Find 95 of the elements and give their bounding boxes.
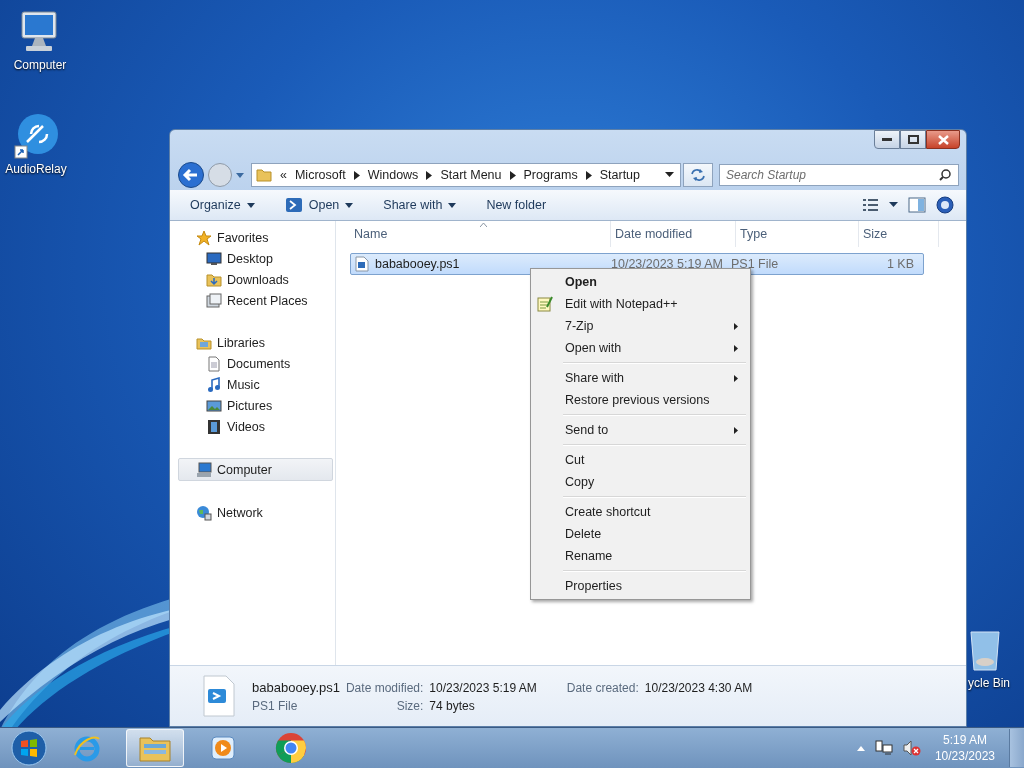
menu-item[interactable]: Open with [533, 337, 748, 359]
maximize-icon [907, 135, 919, 144]
breadcrumb-item[interactable]: Start Menu [440, 168, 502, 182]
script-file-icon [202, 675, 236, 717]
chevron-icon[interactable] [426, 170, 433, 180]
file-name: bababooey.ps1 [375, 257, 460, 271]
breadcrumb-item[interactable]: « [280, 168, 287, 182]
nav-item[interactable]: Videos [170, 416, 335, 437]
chrome-icon [275, 732, 307, 764]
desktop-icon-label[interactable]: ycle Bin [968, 676, 1011, 690]
star-icon [196, 229, 212, 246]
menu-item[interactable]: Delete [533, 523, 748, 545]
folder-icon [139, 734, 171, 762]
menu-item[interactable]: Create shortcut [533, 501, 748, 523]
relay-app-icon[interactable] [13, 112, 59, 160]
recent-places-icon [206, 292, 222, 309]
column-header[interactable]: Name [350, 221, 611, 247]
menu-item[interactable]: Restore previous versions [533, 389, 748, 411]
breadcrumb-item[interactable]: Programs [523, 168, 578, 182]
maximize-button[interactable] [900, 130, 926, 149]
recycle-bin-icon[interactable] [968, 628, 1002, 674]
breadcrumb-item[interactable]: Microsoft [294, 168, 346, 182]
view-dropdown-icon[interactable] [889, 202, 898, 208]
toolbar-button[interactable]: Open [278, 194, 360, 216]
nav-item[interactable]: Libraries [170, 332, 335, 353]
search-field[interactable]: Search Startup [719, 164, 959, 186]
detail-label: Date created: [566, 680, 639, 695]
menu-item[interactable]: Properties [533, 575, 748, 597]
column-header[interactable]: Size [859, 221, 939, 247]
nav-item[interactable]: Network [170, 502, 335, 523]
breadcrumb-item[interactable]: Windows [367, 168, 419, 182]
chevron-icon[interactable] [585, 170, 592, 180]
refresh-button[interactable] [683, 163, 713, 187]
nav-item[interactable]: Downloads [170, 269, 335, 290]
computer-icon [196, 461, 212, 478]
desktop-icon [206, 250, 222, 267]
minimize-icon [882, 137, 892, 142]
nav-item[interactable]: Pictures [170, 395, 335, 416]
column-header[interactable]: Type [736, 221, 859, 247]
back-button[interactable] [177, 161, 205, 189]
close-icon [937, 134, 949, 145]
chevron-icon[interactable] [509, 170, 516, 180]
column-header[interactable]: Date modified [611, 221, 736, 247]
close-button[interactable] [926, 130, 960, 149]
menu-item[interactable]: 7-Zip [533, 315, 748, 337]
powershell-icon [284, 197, 303, 213]
file-date: 10/23/2023 5:19 AM [610, 257, 724, 271]
pictures-icon [206, 397, 222, 414]
menu-item[interactable]: Edit with Notepad++ [533, 293, 748, 315]
detail-value: 10/23/2023 5:19 AM [429, 680, 537, 695]
view-options-icon[interactable] [863, 198, 879, 212]
menu-item[interactable]: Cut [533, 449, 748, 471]
nav-item[interactable]: Desktop [170, 248, 335, 269]
chevron-icon[interactable] [353, 170, 360, 180]
file-size: 1 KB [885, 257, 915, 271]
folder-icon [256, 167, 272, 183]
nav-item[interactable]: Music [170, 374, 335, 395]
speaker-muted-icon[interactable] [902, 740, 921, 756]
toolbar-button[interactable]: New folder [480, 195, 553, 215]
media-player-icon [209, 734, 237, 762]
detail-label: Date modified: [345, 680, 424, 695]
detail-file-name: bababooey.ps1 [252, 679, 340, 695]
music-icon [206, 376, 222, 393]
menu-item[interactable]: Send to [533, 419, 748, 441]
refresh-icon [690, 168, 706, 182]
nav-item[interactable]: Documents [170, 353, 335, 374]
breadcrumb-item[interactable]: Startup [599, 168, 640, 182]
document-icon [206, 355, 222, 372]
toolbar-button[interactable]: Organize [184, 195, 261, 215]
history-dropdown-icon[interactable] [235, 171, 245, 179]
desktop-icon-label[interactable]: Computer [13, 58, 67, 72]
detail-value: 74 bytes [429, 698, 476, 713]
menu-item[interactable]: Rename [533, 545, 748, 567]
detail-value: 10/23/2023 4:30 AM [644, 680, 753, 695]
file-type: PS1 File [730, 257, 780, 271]
network-icon [196, 504, 212, 521]
desktop-icon-label[interactable]: AudioRelay [5, 162, 67, 176]
address-bar[interactable]: « Microsoft Windows Start Menu Programs Startup [251, 163, 681, 187]
film-icon [206, 418, 222, 435]
dropdown-caret-icon[interactable] [665, 172, 674, 178]
menu-item[interactable]: Copy [533, 471, 748, 493]
menu-item[interactable]: Share with [533, 367, 748, 389]
folder-icon [206, 271, 222, 288]
nav-item[interactable]: Favorites [170, 227, 335, 248]
nav-item[interactable]: Recent Places [170, 290, 335, 311]
script-file-icon [355, 256, 369, 272]
detail-label: Size: [395, 698, 424, 713]
start-button[interactable] [10, 729, 48, 767]
detail-file-type: PS1 File [252, 698, 299, 713]
nav-item[interactable]: Computer [178, 458, 333, 481]
show-hidden-icons-icon[interactable] [856, 745, 865, 751]
minimize-button[interactable] [874, 130, 900, 149]
search-icon[interactable] [939, 169, 951, 181]
toolbar-button[interactable]: Share with [377, 195, 463, 215]
network-status-icon[interactable] [874, 740, 893, 756]
